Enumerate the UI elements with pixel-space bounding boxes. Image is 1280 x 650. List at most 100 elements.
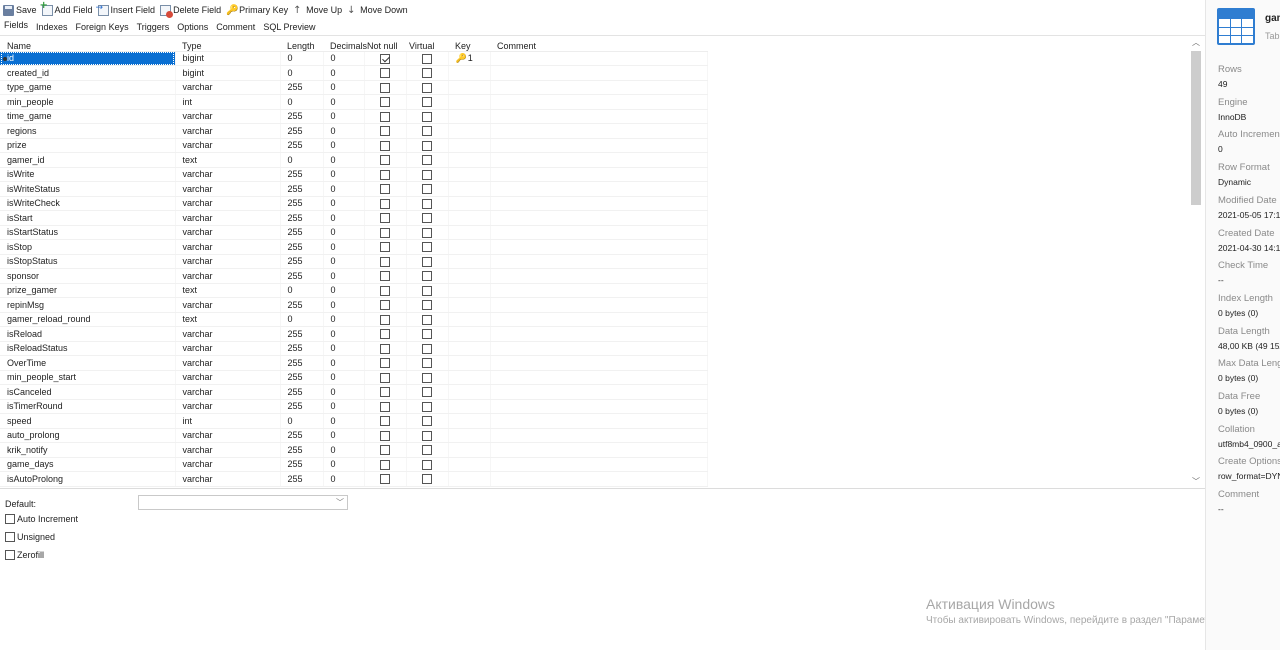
field-name-cell[interactable]: isStop xyxy=(0,239,176,255)
not-null-checkbox[interactable] xyxy=(380,314,390,325)
table-row[interactable]: isTimerRound varchar 255 0 xyxy=(0,399,708,414)
field-length-cell[interactable]: 255 xyxy=(280,225,324,240)
field-length-cell[interactable]: 255 xyxy=(280,326,324,342)
field-decimals-cell[interactable]: 0 xyxy=(323,268,365,284)
table-row[interactable]: min_people int 0 0 xyxy=(0,94,708,110)
col-length-header[interactable]: Length xyxy=(280,37,323,52)
save-button[interactable]: Save xyxy=(2,1,41,19)
field-length-cell[interactable]: 255 xyxy=(280,471,324,487)
virtual-checkbox[interactable] xyxy=(422,126,432,137)
key-cell[interactable] xyxy=(448,65,491,81)
field-type-cell[interactable]: varchar xyxy=(175,341,281,356)
not-null-checkbox[interactable] xyxy=(380,140,390,151)
key-cell[interactable] xyxy=(448,94,491,110)
table-row[interactable]: gamer_reload_round text 0 0 xyxy=(0,312,708,327)
virtual-checkbox[interactable] xyxy=(422,97,432,108)
key-cell[interactable] xyxy=(448,413,491,429)
table-row[interactable]: isStartStatus varchar 255 0 xyxy=(0,225,708,240)
insert-field-button[interactable]: Insert Field xyxy=(96,1,160,19)
field-comment-cell[interactable] xyxy=(490,413,708,429)
field-comment-cell[interactable] xyxy=(490,239,708,255)
field-comment-cell[interactable] xyxy=(490,370,708,385)
table-row[interactable]: repinMsg varchar 255 0 xyxy=(0,297,708,313)
auto-increment-checkbox[interactable] xyxy=(5,514,15,524)
field-type-cell[interactable]: text xyxy=(175,283,281,298)
key-cell[interactable] xyxy=(448,370,491,385)
field-type-cell[interactable]: varchar xyxy=(175,123,281,139)
field-comment-cell[interactable] xyxy=(490,138,708,153)
zerofill-row[interactable]: Zerofill xyxy=(5,550,44,560)
field-length-cell[interactable]: 255 xyxy=(280,239,324,255)
field-length-cell[interactable]: 255 xyxy=(280,384,324,400)
field-type-cell[interactable]: varchar xyxy=(175,210,281,226)
field-name-cell[interactable]: prize xyxy=(0,138,176,153)
virtual-checkbox[interactable] xyxy=(422,445,432,456)
field-decimals-cell[interactable]: 0 xyxy=(323,109,365,124)
field-type-cell[interactable]: varchar xyxy=(175,181,281,197)
grid-scrollbar[interactable]: ︿ ﹀ xyxy=(1190,37,1202,488)
field-name-cell[interactable]: OverTime xyxy=(0,355,176,371)
field-comment-cell[interactable] xyxy=(490,442,708,458)
field-decimals-cell[interactable]: 0 xyxy=(323,210,365,226)
field-comment-cell[interactable] xyxy=(490,297,708,313)
tab-comment[interactable]: Comment xyxy=(212,22,259,35)
field-comment-cell[interactable] xyxy=(490,109,708,124)
field-length-cell[interactable]: 0 xyxy=(280,65,324,81)
scroll-down-icon[interactable]: ﹀ xyxy=(1190,476,1202,488)
not-null-checkbox[interactable] xyxy=(380,474,390,485)
not-null-checkbox[interactable] xyxy=(380,213,390,224)
not-null-checkbox[interactable] xyxy=(380,343,390,354)
field-comment-cell[interactable] xyxy=(490,181,708,197)
not-null-checkbox[interactable] xyxy=(380,111,390,122)
field-name-cell[interactable]: gamer_id xyxy=(0,152,176,168)
not-null-checkbox[interactable] xyxy=(380,372,390,383)
field-length-cell[interactable]: 255 xyxy=(280,167,324,182)
field-type-cell[interactable]: varchar xyxy=(175,138,281,153)
not-null-checkbox[interactable] xyxy=(380,256,390,267)
field-length-cell[interactable]: 0 xyxy=(280,312,324,327)
field-decimals-cell[interactable]: 0 xyxy=(323,312,365,327)
not-null-checkbox[interactable] xyxy=(380,227,390,238)
table-row[interactable]: min_people_start varchar 255 0 xyxy=(0,370,708,385)
field-decimals-cell[interactable]: 0 xyxy=(323,254,365,269)
field-type-cell[interactable]: varchar xyxy=(175,225,281,240)
not-null-checkbox[interactable] xyxy=(380,459,390,470)
table-row[interactable]: isStop varchar 255 0 xyxy=(0,239,708,255)
field-type-cell[interactable]: text xyxy=(175,312,281,327)
virtual-checkbox[interactable] xyxy=(422,169,432,180)
table-row[interactable]: isReloadStatus varchar 255 0 xyxy=(0,341,708,356)
field-name-cell[interactable]: repinMsg xyxy=(0,297,176,313)
field-name-cell[interactable]: gamer_reload_round xyxy=(0,312,176,327)
virtual-checkbox[interactable] xyxy=(422,372,432,383)
field-name-cell[interactable]: isStart xyxy=(0,210,176,226)
field-type-cell[interactable]: varchar xyxy=(175,399,281,414)
virtual-checkbox[interactable] xyxy=(422,184,432,195)
field-length-cell[interactable]: 0 xyxy=(280,94,324,110)
table-row[interactable]: id bigint 0 0 🔑1 xyxy=(0,51,708,66)
tab-sql-preview[interactable]: SQL Preview xyxy=(259,22,319,35)
not-null-checkbox[interactable] xyxy=(380,285,390,296)
field-name-cell[interactable]: time_game xyxy=(0,109,176,124)
col-virtual-header[interactable]: Virtual xyxy=(406,37,448,52)
key-cell[interactable] xyxy=(448,196,491,211)
field-decimals-cell[interactable]: 0 xyxy=(323,283,365,298)
not-null-checkbox[interactable] xyxy=(380,329,390,340)
table-row[interactable]: isWriteStatus varchar 255 0 xyxy=(0,181,708,197)
field-length-cell[interactable]: 0 xyxy=(280,283,324,298)
field-decimals-cell[interactable]: 0 xyxy=(323,196,365,211)
delete-field-button[interactable]: Delete Field xyxy=(159,1,225,19)
virtual-checkbox[interactable] xyxy=(422,271,432,282)
table-row[interactable]: isWriteCheck varchar 255 0 xyxy=(0,196,708,211)
field-comment-cell[interactable] xyxy=(490,457,708,472)
field-name-cell[interactable]: prize_gamer xyxy=(0,283,176,298)
field-decimals-cell[interactable]: 0 xyxy=(323,428,365,443)
field-type-cell[interactable]: varchar xyxy=(175,457,281,472)
field-length-cell[interactable]: 255 xyxy=(280,442,324,458)
add-field-button[interactable]: Add Field xyxy=(40,0,97,19)
field-comment-cell[interactable] xyxy=(490,254,708,269)
table-row[interactable]: isCanceled varchar 255 0 xyxy=(0,384,708,400)
col-key-header[interactable]: Key xyxy=(448,37,490,52)
field-type-cell[interactable]: varchar xyxy=(175,355,281,371)
field-comment-cell[interactable] xyxy=(490,196,708,211)
virtual-checkbox[interactable] xyxy=(422,155,432,166)
